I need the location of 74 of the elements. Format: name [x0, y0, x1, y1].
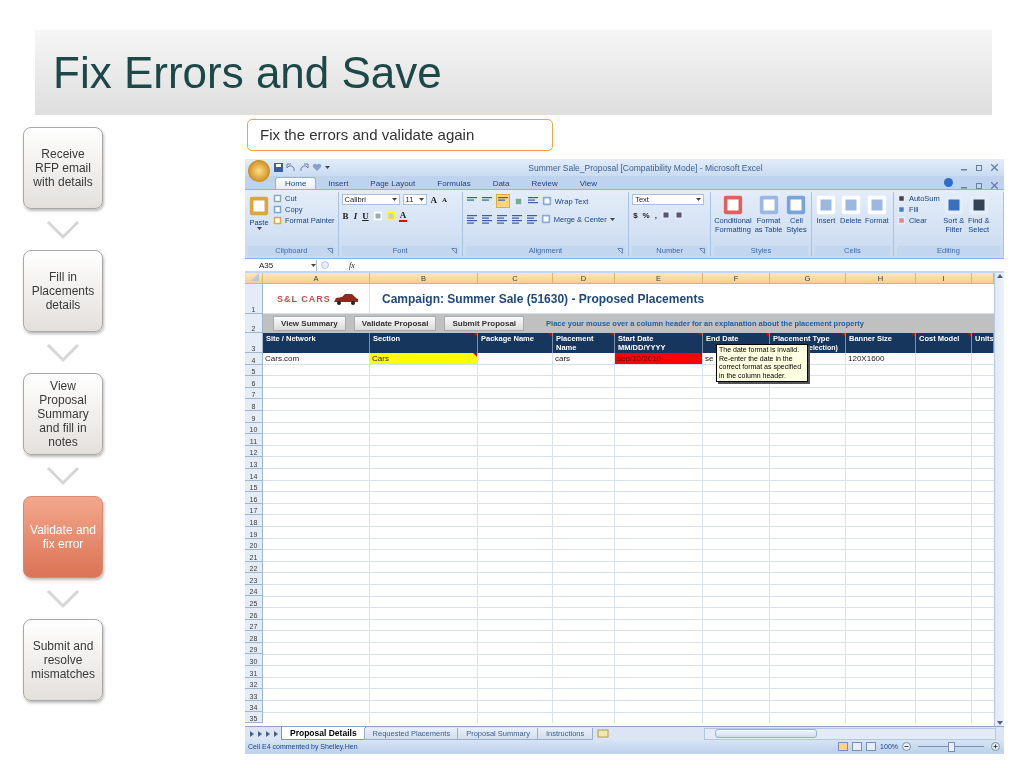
scroll-up-icon[interactable]: [996, 273, 1003, 279]
ribbon-tab[interactable]: Insert: [318, 177, 359, 189]
window-title: Summer Sale_Proposal [Compatibility Mode] - Microsoft Excel: [527, 162, 764, 173]
process-step: Receive RFP email with details: [23, 127, 103, 209]
redo-icon[interactable]: [299, 163, 309, 172]
ribbon-tab[interactable]: Review: [521, 177, 568, 189]
ribbon-tab[interactable]: View: [569, 177, 607, 189]
caret-icon: [311, 263, 316, 267]
car-icon: [332, 292, 359, 305]
vertical-scrollbar[interactable]: [994, 273, 1004, 726]
ribbon-tab[interactable]: Formulas: [427, 177, 481, 189]
ribbon-tab[interactable]: Home: [275, 177, 317, 189]
slide-title: Fix Errors and Save: [53, 47, 442, 98]
sheet-button[interactable]: View Summary: [273, 316, 346, 331]
slider-thumb[interactable]: [948, 741, 955, 752]
table-cell: sep/10/2010: [615, 353, 703, 365]
font-style-button[interactable]: B: [341, 211, 350, 221]
ribbon-tab[interactable]: Data: [482, 177, 520, 189]
grow-font-button[interactable]: A: [429, 194, 439, 205]
ribbon-tab[interactable]: Page Layout: [360, 177, 426, 189]
view-icon[interactable]: [866, 742, 877, 751]
caret-icon: [256, 227, 262, 230]
align-icon[interactable]: [495, 194, 510, 208]
help-icon[interactable]: [944, 178, 953, 187]
sheet-button[interactable]: Submit Proposal: [444, 316, 525, 331]
process-step: Submit and resolve mismatches: [23, 619, 103, 701]
restore-icon[interactable]: [976, 164, 983, 171]
dialog-launcher-icon[interactable]: [450, 248, 457, 254]
process-step: Validate and fix error: [23, 496, 103, 578]
dialog-launcher-icon[interactable]: [617, 248, 624, 254]
name-box[interactable]: A35: [245, 259, 317, 271]
chevron-icon: [46, 589, 80, 609]
insert-function-button[interactable]: fx: [349, 260, 355, 270]
font-style-button[interactable]: U: [361, 211, 370, 221]
zoom-out-icon[interactable]: [902, 742, 911, 751]
process-step: Fill in Placements details: [23, 250, 103, 332]
number-format-button[interactable]: %: [641, 210, 651, 220]
heart-icon[interactable]: [312, 163, 322, 172]
number-format-button[interactable]: ,: [653, 210, 658, 220]
logo-text: S&L CARS: [277, 293, 331, 304]
horizontal-scrollbar[interactable]: [704, 727, 996, 740]
callout-text: Fix the errors and validate again: [247, 119, 553, 151]
caret-icon: [696, 198, 702, 201]
align-icon[interactable]: [480, 213, 493, 225]
close-icon[interactable]: [991, 164, 998, 171]
comment-marker: [698, 353, 702, 357]
dialog-launcher-icon[interactable]: [326, 248, 333, 254]
comment-marker: [473, 353, 477, 357]
caret-icon: [325, 166, 330, 169]
caret-icon: [609, 217, 615, 221]
insert-sheet-icon[interactable]: [597, 729, 610, 738]
table-cell: Cars: [370, 353, 478, 365]
chevron-icon: [46, 466, 80, 486]
restore-icon[interactable]: [976, 182, 983, 189]
caret-icon: [391, 198, 397, 201]
close-icon[interactable]: [991, 182, 998, 189]
caret-icon: [418, 198, 424, 201]
font-color-button[interactable]: A: [398, 210, 408, 222]
chevron-icon: [46, 220, 80, 240]
undo-icon[interactable]: [286, 163, 296, 172]
view-icon[interactable]: [852, 742, 863, 751]
sheet-button[interactable]: Validate Proposal: [353, 316, 437, 331]
process-step: View Proposal Summary and fill in notes: [23, 373, 103, 455]
sheet-tab[interactable]: Proposal Details: [281, 727, 366, 740]
save-icon[interactable]: [274, 163, 283, 172]
font-style-button[interactable]: I: [352, 211, 359, 221]
view-icon[interactable]: [838, 742, 849, 751]
number-format-button[interactable]: $: [632, 210, 639, 220]
align-icon[interactable]: [465, 213, 478, 225]
chevron-icon: [46, 343, 80, 363]
dialog-launcher-icon[interactable]: [699, 248, 706, 254]
table-cell: 120X1600: [846, 353, 916, 365]
zoom-in-icon[interactable]: [991, 742, 1000, 751]
align-icon[interactable]: [495, 213, 508, 225]
